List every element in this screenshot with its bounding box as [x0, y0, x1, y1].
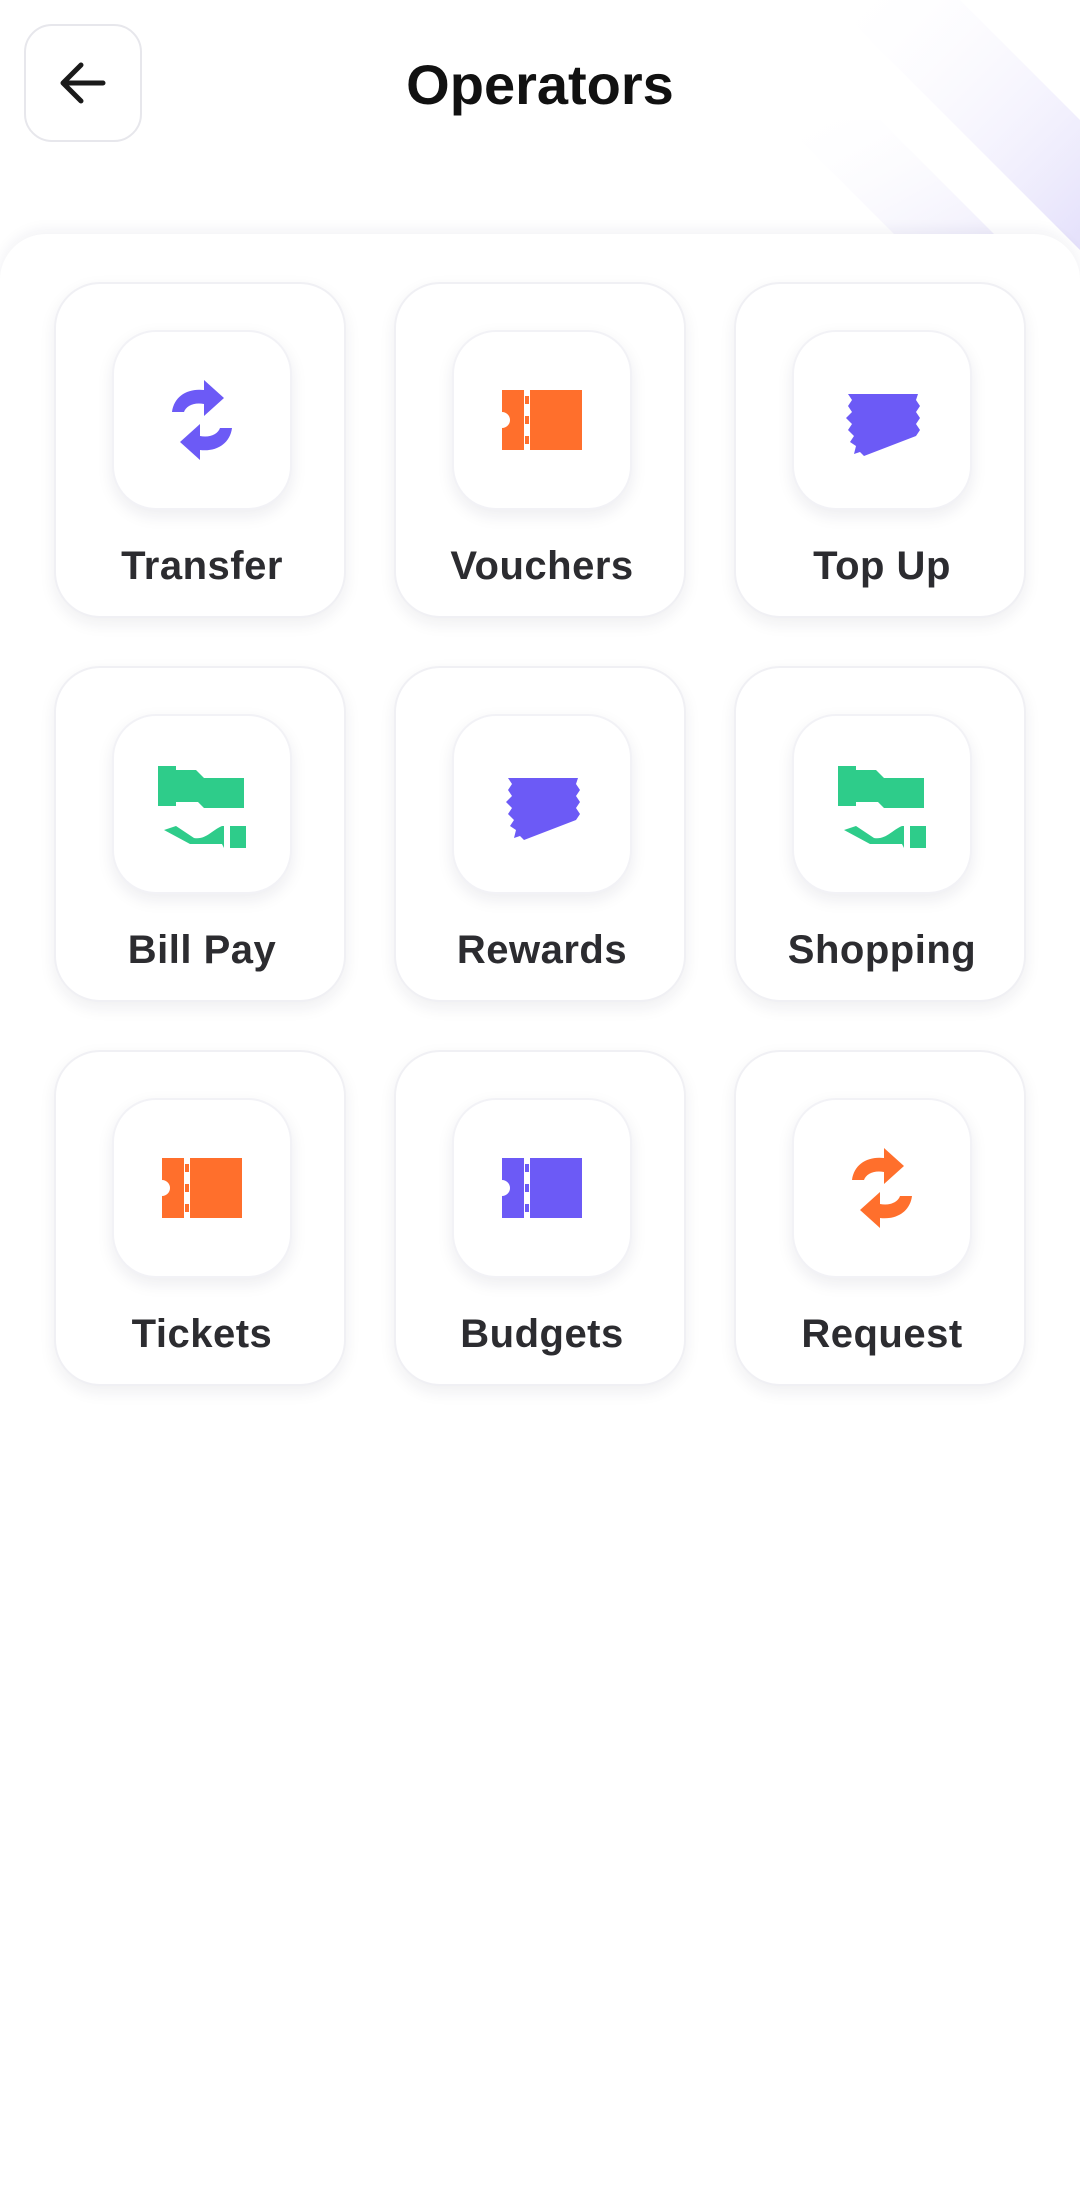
page-title: Operators [406, 53, 674, 116]
operators-grid: Transfer Vouchers Top Up Bill Pay Reward… [54, 282, 1026, 1386]
app-header: Operators [0, 0, 1080, 170]
hand-pay-icon [838, 766, 926, 850]
torn-card-icon [506, 778, 580, 840]
torn-card-icon [846, 394, 920, 456]
operator-label: Top Up [813, 544, 951, 588]
operator-label: Shopping [787, 928, 977, 972]
operator-label: Request [801, 1312, 963, 1356]
operator-vouchers[interactable]: Vouchers [394, 282, 686, 618]
hand-pay-icon [158, 766, 246, 850]
operator-label: Tickets [131, 1312, 273, 1356]
transfer-icon [172, 380, 232, 460]
operator-icon-box [452, 330, 632, 510]
ticket-icon [162, 1158, 242, 1218]
operator-icon-box [452, 1098, 632, 1278]
operator-budgets[interactable]: Budgets [394, 1050, 686, 1386]
operator-icon-box [112, 1098, 292, 1278]
ticket-icon [502, 390, 582, 450]
operator-label: Vouchers [450, 544, 634, 588]
operator-bill-pay[interactable]: Bill Pay [54, 666, 346, 1002]
operator-icon-box [792, 330, 972, 510]
operator-label: Budgets [460, 1312, 624, 1356]
operator-top-up[interactable]: Top Up [734, 282, 1026, 618]
operator-label: Transfer [121, 544, 283, 588]
operator-icon-box [452, 714, 632, 894]
operator-icon-box [112, 330, 292, 510]
operator-icon-box [792, 1098, 972, 1278]
transfer-icon [852, 1148, 912, 1228]
operator-rewards[interactable]: Rewards [394, 666, 686, 1002]
operator-transfer[interactable]: Transfer [54, 282, 346, 618]
operator-request[interactable]: Request [734, 1050, 1026, 1386]
operator-label: Rewards [456, 928, 628, 972]
operator-label: Bill Pay [127, 928, 277, 972]
operator-icon-box [112, 714, 292, 894]
operator-shopping[interactable]: Shopping [734, 666, 1026, 1002]
ticket-icon [502, 1158, 582, 1218]
operator-icon-box [792, 714, 972, 894]
operators-panel: Transfer Vouchers Top Up Bill Pay Reward… [0, 234, 1080, 2199]
operator-tickets[interactable]: Tickets [54, 1050, 346, 1386]
